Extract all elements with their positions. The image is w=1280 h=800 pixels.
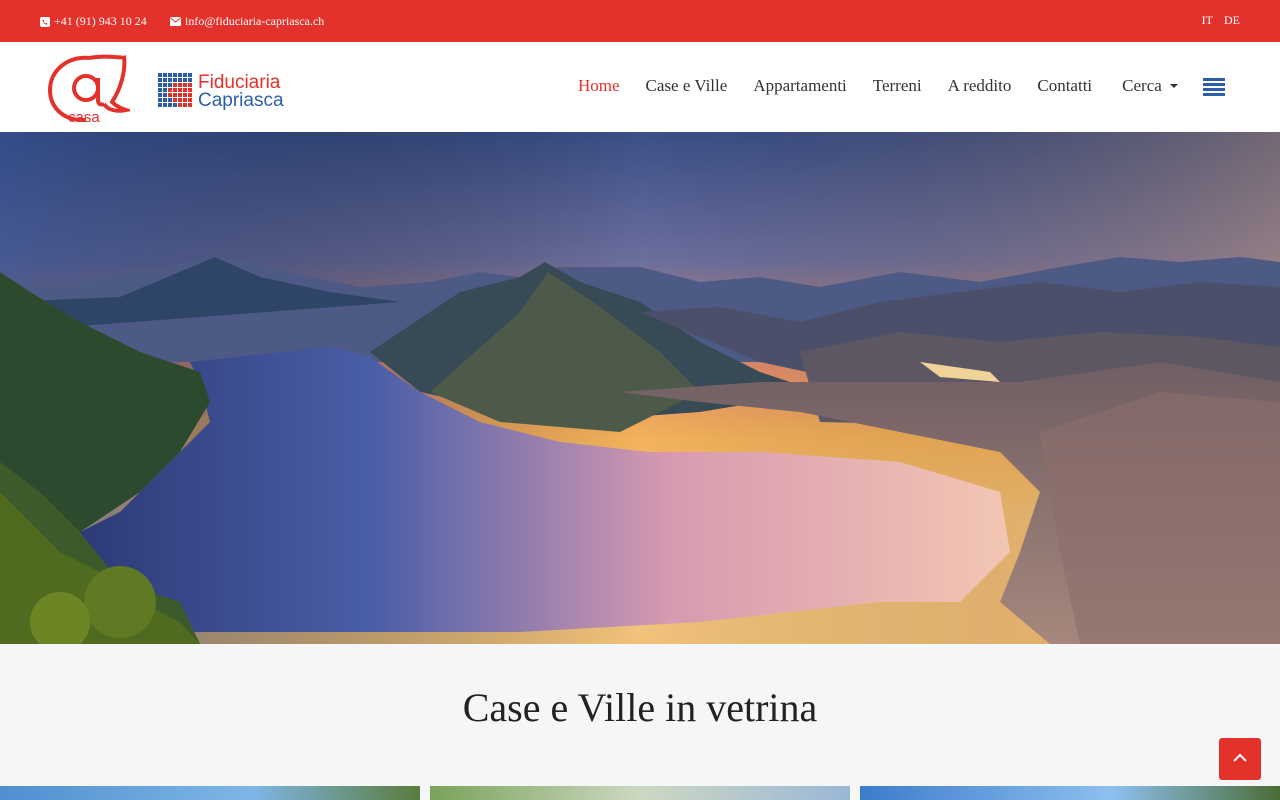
grid-mark-icon [158,72,192,112]
listing-cards [0,786,1280,800]
nav-home[interactable]: Home [578,76,620,96]
nav-a-reddito[interactable]: A reddito [948,76,1012,96]
nav-case-e-ville[interactable]: Case e Ville [646,76,728,96]
email-address: info@fiduciaria-capriasca.ch [185,14,325,28]
brand-line-2: Capriasca [198,90,284,111]
site-header: casa Fiduciaria Capriasca Home Case e Vi… [0,42,1280,132]
top-bar: +41 (91) 943 10 24 info@fiduciaria-capri… [0,0,1280,42]
email-contact[interactable]: info@fiduciaria-capriasca.ch [170,14,324,29]
main-nav: Home Case e Ville Appartamenti Terreni A… [578,76,1178,96]
nav-cerca-dropdown[interactable]: Cerca [1122,76,1178,96]
phone-icon [40,16,50,27]
at-casa-logo[interactable]: casa [46,50,134,126]
lang-de[interactable]: DE [1224,13,1240,28]
chevron-up-icon [1233,750,1247,768]
section-title: Case e Ville in vetrina [462,685,818,730]
listing-card[interactable] [860,786,1280,800]
scroll-top-button[interactable] [1219,738,1261,780]
fiduciaria-logo[interactable]: Fiduciaria Capriasca [158,72,284,112]
nav-contatti[interactable]: Contatti [1037,76,1092,96]
lake-panorama-illustration [0,132,1280,644]
caret-down-icon [1169,84,1178,88]
phone-contact[interactable]: +41 (91) 943 10 24 [40,14,147,29]
envelope-icon [170,17,181,26]
logo-casa-text: casa [68,109,100,126]
nav-appartamenti[interactable]: Appartamenti [753,76,846,96]
nav-terreni[interactable]: Terreni [873,76,922,96]
language-switcher: IT DE [1202,13,1240,28]
menu-lines-icon[interactable] [1203,78,1225,96]
lang-it[interactable]: IT [1202,13,1213,28]
cerca-label: Cerca [1122,76,1162,95]
hero-image [0,132,1280,644]
listing-card[interactable] [430,786,850,800]
phone-number: +41 (91) 943 10 24 [54,14,147,28]
listing-card[interactable] [0,786,420,800]
fiduciaria-wordmark: Fiduciaria Capriasca [198,73,284,111]
